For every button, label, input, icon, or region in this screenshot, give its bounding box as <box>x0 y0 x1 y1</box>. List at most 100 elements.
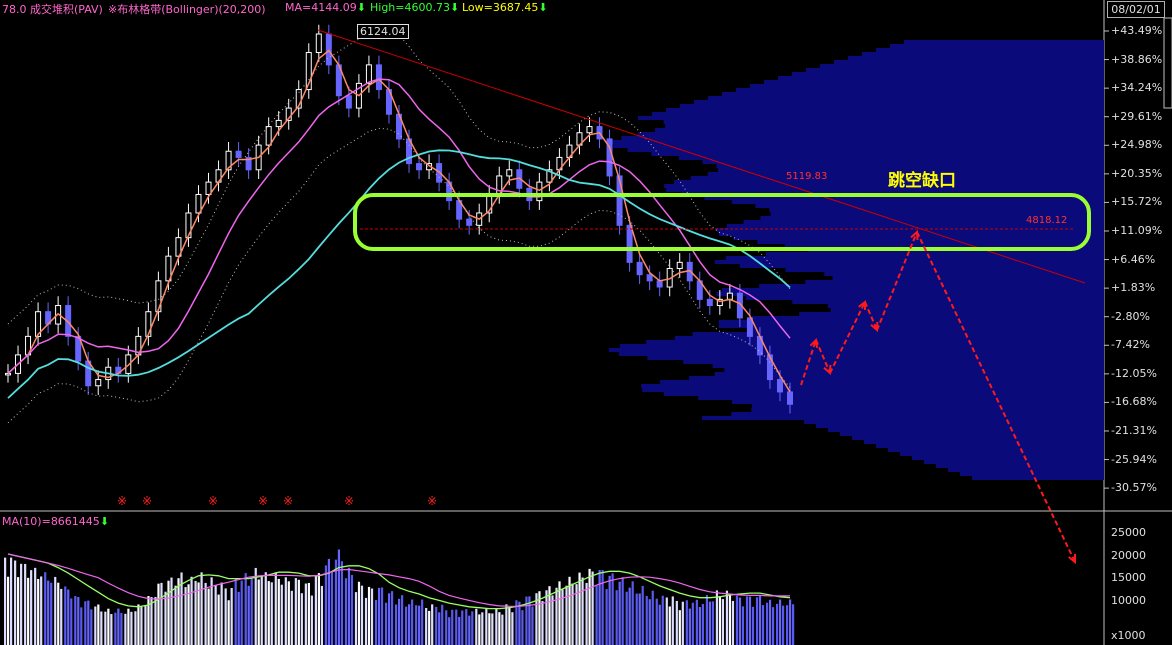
volume-bar <box>491 613 494 645</box>
volume-profile-bar <box>832 276 1104 280</box>
volume-profile-bar <box>924 460 1104 464</box>
volume-bar <box>521 610 524 645</box>
volume-bar <box>635 593 638 645</box>
volume-bar <box>204 582 207 645</box>
percent-axis-tick: -21.31% <box>1111 423 1157 437</box>
volume-bar <box>57 582 60 645</box>
volume-bar <box>164 591 167 645</box>
volume-bar <box>658 604 661 645</box>
volume-profile-bar <box>757 240 1104 244</box>
candle-body <box>195 193 202 214</box>
volume-profile-bar <box>745 296 1104 300</box>
volume-bar <box>705 594 708 645</box>
volume-bar <box>465 609 468 645</box>
volume-bar <box>451 609 454 645</box>
volume-bar <box>384 602 388 645</box>
volume-bar <box>224 588 227 645</box>
volume-profile-bar <box>765 252 1104 256</box>
volume-bar <box>618 581 621 645</box>
volume-bar <box>631 581 634 645</box>
volume-bar <box>665 597 668 645</box>
volume-profile-bar <box>792 300 1104 304</box>
volume-profile-bar <box>904 40 1104 44</box>
volume-bar <box>74 596 77 645</box>
volume-profile-bar <box>820 64 1104 68</box>
volume-bar <box>154 596 157 645</box>
candle-body <box>636 261 643 276</box>
volume-bar <box>20 563 23 645</box>
volume-bar <box>591 571 594 645</box>
volume-bar <box>778 599 782 645</box>
volume-bar <box>441 604 444 645</box>
volume-bar <box>114 612 117 645</box>
volume-bar <box>307 582 310 645</box>
volume-bar <box>678 610 681 645</box>
volume-bar <box>681 601 684 645</box>
volume-profile-bar <box>731 200 1104 204</box>
volume-bar <box>495 608 498 645</box>
volume-profile-bar <box>862 52 1104 56</box>
volume-profile-bar <box>651 152 1104 156</box>
volume-bar <box>715 590 719 645</box>
candle-body <box>365 64 372 84</box>
volume-profile-bar <box>864 440 1104 444</box>
peak-price-label: 6124.04 <box>357 24 409 39</box>
volume-bar <box>461 610 464 645</box>
volume-bar <box>765 602 769 645</box>
percent-axis-tick: +1.83% <box>1111 281 1156 295</box>
volume-profile-bar <box>694 100 1104 104</box>
volume-bar <box>374 599 378 645</box>
volume-bar <box>718 596 722 645</box>
signal-marker: ※ <box>117 494 127 508</box>
volume-bar <box>471 611 474 645</box>
volume-bar <box>498 612 501 645</box>
volume-profile-bar <box>912 456 1104 460</box>
volume-bar <box>90 609 93 645</box>
volume-bar <box>621 577 624 645</box>
gap-annotation: 跳空缺口 <box>888 171 956 191</box>
percent-axis-tick: -12.05% <box>1111 366 1157 380</box>
volume-bar <box>390 591 394 645</box>
volume-profile-bar <box>830 308 1104 312</box>
candle-body <box>416 163 423 171</box>
volume-bar <box>350 574 354 645</box>
volume-bar <box>290 590 293 645</box>
projection-arrowhead <box>1068 553 1077 565</box>
volume-bar <box>127 608 130 645</box>
volume-profile-bar <box>725 256 1104 260</box>
volume-bar <box>170 577 173 645</box>
volume-bar <box>781 605 785 645</box>
candle-body <box>5 372 11 376</box>
volume-bar <box>337 549 341 645</box>
volume-bar <box>4 557 7 645</box>
candle-body <box>315 33 322 54</box>
volume-profile-bar <box>972 476 1104 480</box>
volume-bar <box>786 605 789 645</box>
down-arrow-icon: ⬇ <box>450 1 460 14</box>
volume-profile-bar <box>736 88 1104 92</box>
volume-bar <box>688 608 691 645</box>
volume-bar <box>518 601 521 645</box>
volume-bar <box>775 603 779 645</box>
volume-profile-bar <box>752 404 1104 408</box>
volume-profile-bar <box>683 360 1104 364</box>
volume-profile-bar <box>718 232 1104 236</box>
volume-bar <box>37 579 40 645</box>
volume-bar <box>344 578 348 645</box>
low-value: Low=3687.45⬇ <box>462 1 548 14</box>
volume-bar <box>120 612 123 645</box>
volume-axis-tick: x1000 <box>1111 629 1146 642</box>
volume-bar <box>140 606 143 645</box>
volume-bar <box>264 572 267 645</box>
volume-bar <box>327 558 331 645</box>
volume-profile-bar <box>621 136 1104 140</box>
volume-bar <box>565 585 568 645</box>
volume-bar <box>628 587 631 645</box>
volume-bar <box>160 582 163 645</box>
down-arrow-icon: ⬇ <box>99 515 110 528</box>
volume-bar <box>685 600 688 645</box>
candle-body <box>185 212 192 239</box>
volume-bar <box>585 582 588 645</box>
volume-bar <box>240 580 243 645</box>
volume-bar <box>324 565 328 645</box>
